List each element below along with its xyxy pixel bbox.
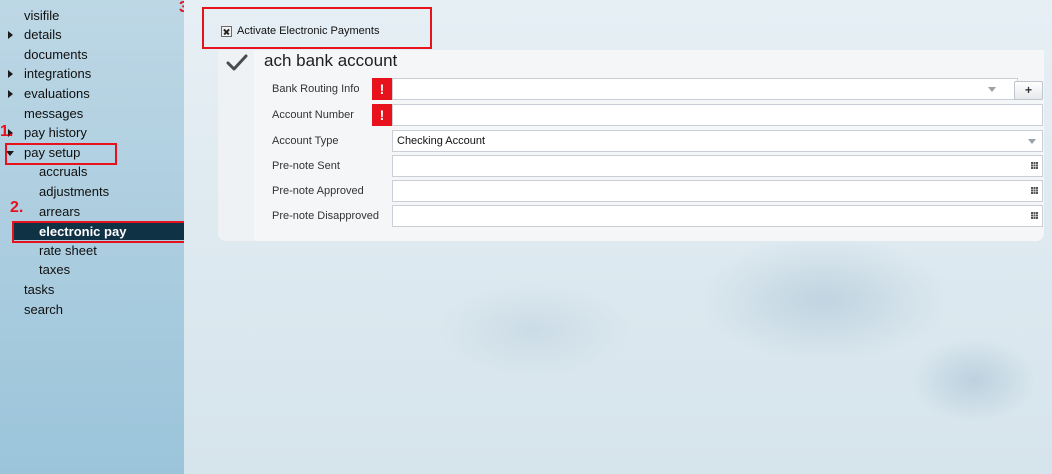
prenote-approved-date-input[interactable] <box>392 180 1043 202</box>
account-type-label: Account Type <box>272 135 339 147</box>
activate-electronic-payments-row[interactable]: Activate Electronic Payments <box>221 23 379 39</box>
nav-item-visifile[interactable]: visifile <box>24 7 59 25</box>
prenote-sent-date-input[interactable] <box>392 155 1043 177</box>
prenote-disapproved-date-input[interactable] <box>392 205 1043 227</box>
nav-item-details[interactable]: details <box>24 26 62 44</box>
nav-item-integrations[interactable]: integrations <box>24 65 91 83</box>
panel-status-column <box>218 50 254 241</box>
nav-item-tasks[interactable]: tasks <box>24 281 54 299</box>
nav-item-arrears[interactable]: arrears <box>39 203 80 221</box>
nav-item-adjustments[interactable]: adjustments <box>39 183 109 201</box>
prenote-disapproved-label: Pre-note Disapproved <box>272 210 380 222</box>
bank-routing-label: Bank Routing Info <box>272 83 360 95</box>
nav-item-evaluations[interactable]: evaluations <box>24 85 90 103</box>
chevron-down-icon[interactable] <box>988 87 996 92</box>
calendar-icon[interactable] <box>1031 187 1038 194</box>
account-number-input[interactable] <box>392 104 1043 126</box>
account-number-label: Account Number <box>272 109 354 121</box>
add-bank-routing-button[interactable]: + <box>1014 81 1043 100</box>
required-error-icon: ! <box>372 104 392 126</box>
expand-arrow-icon[interactable] <box>8 90 13 98</box>
nav-item-search[interactable]: search <box>24 301 63 319</box>
expand-arrow-icon[interactable] <box>8 70 13 78</box>
account-type-select[interactable]: Checking Account <box>392 130 1043 152</box>
annotation-step-2: 2. <box>10 199 24 216</box>
nav-item-taxes[interactable]: taxes <box>39 261 70 279</box>
nav-item-messages[interactable]: messages <box>24 105 83 123</box>
annotation-box-electronic-pay <box>12 221 200 243</box>
calendar-icon[interactable] <box>1031 162 1038 169</box>
nav-item-pay-history[interactable]: pay history <box>24 124 87 142</box>
nav-item-rate-sheet[interactable]: rate sheet <box>39 242 97 260</box>
chevron-down-icon[interactable] <box>1028 139 1036 144</box>
prenote-approved-label: Pre-note Approved <box>272 185 364 197</box>
prenote-sent-label: Pre-note Sent <box>272 160 340 172</box>
activate-payments-label: Activate Electronic Payments <box>237 25 380 37</box>
section-title: ach bank account <box>264 51 398 70</box>
required-error-icon: ! <box>372 78 392 100</box>
calendar-icon[interactable] <box>1031 212 1038 219</box>
nav-item-documents[interactable]: documents <box>24 46 88 64</box>
annotation-box-pay-setup <box>5 143 117 165</box>
nav-item-accruals[interactable]: accruals <box>39 163 87 181</box>
checkmark-icon <box>226 54 248 71</box>
expand-arrow-icon[interactable] <box>8 31 13 39</box>
annotation-step-1: 1. <box>0 123 14 140</box>
activate-payments-checkbox[interactable] <box>221 25 232 37</box>
bank-routing-dropdown[interactable] <box>392 78 1018 100</box>
